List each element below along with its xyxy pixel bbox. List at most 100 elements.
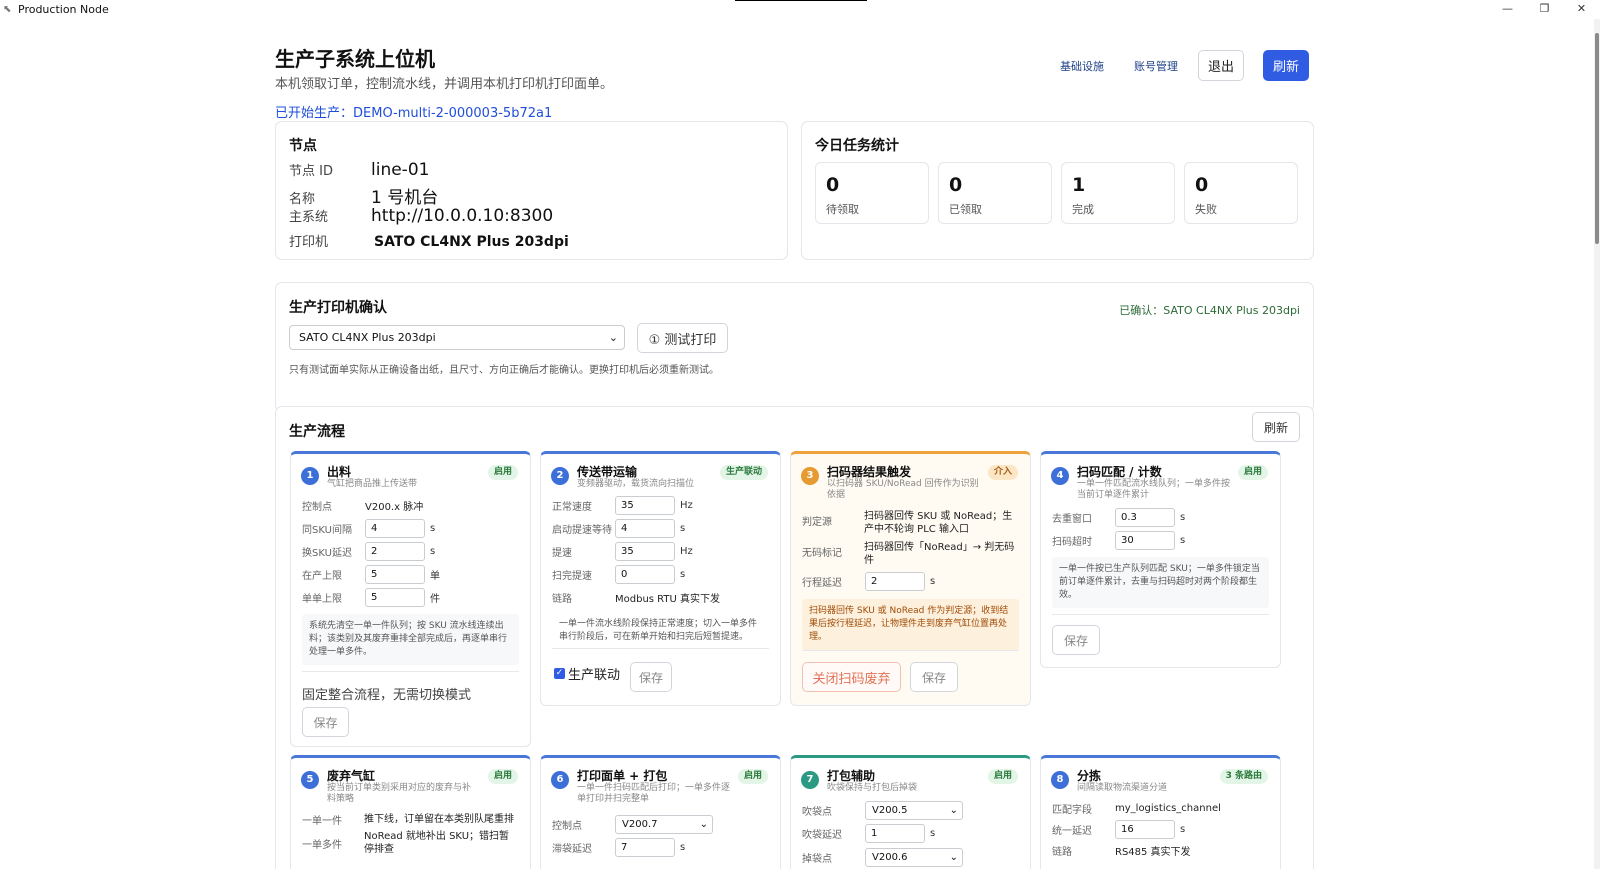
stat-completed-count: 1 bbox=[1072, 174, 1086, 196]
field-label: 去重窗口 bbox=[1052, 513, 1092, 525]
node-id-label: 节点 ID bbox=[289, 164, 333, 179]
stat-completed: 1 完成 bbox=[1061, 162, 1175, 224]
field-row: 链路 RS485 真实下发 bbox=[1052, 840, 1191, 860]
field-unit: 单 bbox=[430, 570, 440, 582]
app-icon: ⬉ bbox=[3, 4, 12, 15]
field-row: 去重窗口 s bbox=[1052, 507, 1185, 527]
field-row: 单单上限 件 bbox=[302, 587, 440, 607]
dedupe-window-input[interactable] bbox=[1115, 507, 1175, 527]
save-button[interactable]: 保存 bbox=[1052, 625, 1100, 655]
step-card-print-pack: 6 打印面单 + 打包 一单一件扫码匹配后打印；一单多件逐单打印并扫完整单 启用… bbox=[540, 755, 781, 869]
bag-delay-input[interactable] bbox=[615, 837, 675, 857]
field-value: Modbus RTU 真实下发 bbox=[615, 593, 720, 605]
fixed-flow-text: 固定整合流程，无需切换模式 bbox=[302, 688, 472, 703]
page-title: 生产子系统上位机 bbox=[275, 47, 435, 71]
close-icon[interactable]: ✕ bbox=[1563, 0, 1600, 19]
normal-speed-input[interactable] bbox=[615, 495, 675, 515]
stats-card-title: 今日任务统计 bbox=[815, 138, 899, 154]
save-button[interactable]: 保存 bbox=[630, 662, 672, 692]
scrollbar-thumb[interactable] bbox=[1595, 33, 1599, 244]
field-unit: s bbox=[1180, 534, 1186, 546]
stat-pending-label: 待领取 bbox=[826, 203, 859, 216]
field-label: 吹袋延迟 bbox=[802, 829, 842, 841]
production-link-checkbox[interactable]: ✓ 生产联动 bbox=[554, 664, 620, 683]
single-order-limit-input[interactable] bbox=[365, 587, 425, 607]
restore-icon[interactable]: ❐ bbox=[1526, 0, 1563, 19]
field-value: my_logistics_channel bbox=[1115, 802, 1221, 814]
step-number-badge: 3 bbox=[801, 467, 819, 485]
blow-delay-input[interactable] bbox=[865, 823, 925, 843]
printer-confirm-note: 只有测试面单实际从正确设备出纸，且尺寸、方向正确后才能确认。更换打印机后必须重新… bbox=[289, 365, 719, 376]
step-description: 变频器驱动，载货流向扫描位 bbox=[577, 479, 695, 489]
travel-delay-input[interactable] bbox=[865, 571, 925, 591]
chevron-down-icon: ⌄ bbox=[949, 851, 958, 863]
field-label: 一单一件 bbox=[302, 815, 342, 827]
chevron-down-icon: ⌄ bbox=[699, 818, 708, 830]
test-print-button[interactable]: ① 测试打印 bbox=[637, 323, 728, 353]
select-value: V200.7 bbox=[622, 818, 658, 830]
drop-point-select[interactable]: V200.6 ⌄ bbox=[865, 847, 963, 867]
step-card-conveyor: 2 传送带运输 变频器驱动，载货流向扫描位 生产联动 正常速度 Hz 启动提速等待… bbox=[540, 451, 781, 706]
field-label: 吹袋点 bbox=[802, 806, 832, 818]
status-badge: 启用 bbox=[987, 769, 1018, 784]
field-row: 统一延迟 s bbox=[1052, 819, 1185, 839]
flow-refresh-button[interactable]: 刷新 bbox=[1252, 412, 1300, 442]
field-value: 扫码器回传 SKU 或 NoRead；生产中不轮询 PLC 输入口 bbox=[864, 511, 1013, 535]
status-badge: 启用 bbox=[487, 769, 518, 784]
status-badge: 3 条路由 bbox=[1219, 769, 1268, 784]
boost-speed-input[interactable] bbox=[615, 541, 675, 561]
same-sku-interval-input[interactable] bbox=[365, 518, 425, 538]
step-title: 废弃气缸 bbox=[327, 769, 376, 783]
in-production-limit-input[interactable] bbox=[365, 564, 425, 584]
field-label: 控制点 bbox=[552, 820, 582, 832]
field-row: 一单一件 bbox=[302, 809, 365, 829]
production-flow-card: 生产流程 刷新 1 出料 气缸把商品推上传送带 启用 控制点 V200.x 脉冲 … bbox=[275, 406, 1314, 869]
field-unit: s bbox=[680, 841, 686, 853]
divider bbox=[302, 671, 519, 672]
window-titlebar: ⬉ Production Node — ❐ ✕ bbox=[0, 0, 1600, 19]
save-button[interactable]: 保存 bbox=[910, 662, 958, 692]
printer-confirm-title: 生产打印机确认 bbox=[289, 300, 387, 316]
field-label: 换SKU延迟 bbox=[302, 547, 352, 559]
unified-delay-input[interactable] bbox=[1115, 819, 1175, 839]
blow-point-select[interactable]: V200.5 ⌄ bbox=[865, 800, 963, 820]
stat-failed: 0 失败 bbox=[1184, 162, 1298, 224]
step-card-pack-assist: 7 打包辅助 吹袋保持与打包后掉袋 启用 吹袋点 V200.5 ⌄ 吹袋延迟 s 掉袋… bbox=[790, 755, 1031, 869]
node-name-label: 名称 bbox=[289, 192, 316, 207]
step-title: 出料 bbox=[327, 465, 352, 479]
stat-completed-label: 完成 bbox=[1072, 203, 1094, 216]
close-scan-discard-button[interactable]: 关闭扫码废弃 bbox=[802, 662, 901, 692]
page-scrollbar[interactable] bbox=[1594, 19, 1600, 869]
master-system-row: 主系统 http://10.0.0.10:8300 bbox=[289, 206, 553, 226]
save-button[interactable]: 保存 bbox=[302, 707, 349, 737]
printer-select-value: SATO CL4NX Plus 203dpi bbox=[299, 331, 436, 344]
printer-label: 打印机 bbox=[289, 235, 329, 250]
field-label: 正常速度 bbox=[552, 501, 592, 513]
control-point-select[interactable]: V200.7 ⌄ bbox=[615, 814, 713, 834]
stat-pending-count: 0 bbox=[826, 174, 840, 196]
infrastructure-link[interactable]: 基础设施 bbox=[1060, 58, 1104, 74]
master-system-value: http://10.0.0.10:8300 bbox=[371, 206, 554, 226]
printer-select[interactable]: SATO CL4NX Plus 203dpi ⌄ bbox=[289, 325, 625, 350]
step-description: 按当前订单类别采用对应的废弃与补料策略 bbox=[327, 783, 472, 804]
refresh-button[interactable]: 刷新 bbox=[1263, 50, 1310, 81]
logout-button[interactable]: 退出 bbox=[1198, 50, 1245, 81]
field-unit: s bbox=[430, 545, 436, 557]
field-label: 提速 bbox=[552, 547, 572, 559]
step-card-discard-cylinder: 5 废弃气缸 按当前订单类别采用对应的废弃与补料策略 启用 一单一件 推下线，订… bbox=[290, 755, 531, 869]
node-id-row: 节点 ID line-01 bbox=[289, 160, 429, 180]
field-label: 一单多件 bbox=[302, 839, 342, 851]
header-actions: 基础设施 账号管理 退出 刷新 bbox=[1060, 50, 1310, 81]
field-label: 同SKU间隔 bbox=[302, 524, 352, 536]
production-started-link[interactable]: 已开始生产：DEMO-multi-2-000003-5b72a1 bbox=[275, 102, 552, 121]
account-management-link[interactable]: 账号管理 bbox=[1134, 58, 1178, 74]
field-label: 掉袋点 bbox=[802, 853, 832, 865]
sku-switch-delay-input[interactable] bbox=[365, 541, 425, 561]
minimize-icon[interactable]: — bbox=[1489, 0, 1526, 19]
scan-timeout-input[interactable] bbox=[1115, 530, 1175, 550]
post-scan-boost-input[interactable] bbox=[615, 564, 675, 584]
step-number-badge: 5 bbox=[301, 771, 319, 789]
step-info-box: 一单一件按已生产队列匹配 SKU；一单多件锁定当前订单逐件累计，去重与扫码超时对… bbox=[1052, 557, 1269, 608]
field-row: 滞袋延迟 s bbox=[552, 837, 685, 857]
startup-boost-wait-input[interactable] bbox=[615, 518, 675, 538]
